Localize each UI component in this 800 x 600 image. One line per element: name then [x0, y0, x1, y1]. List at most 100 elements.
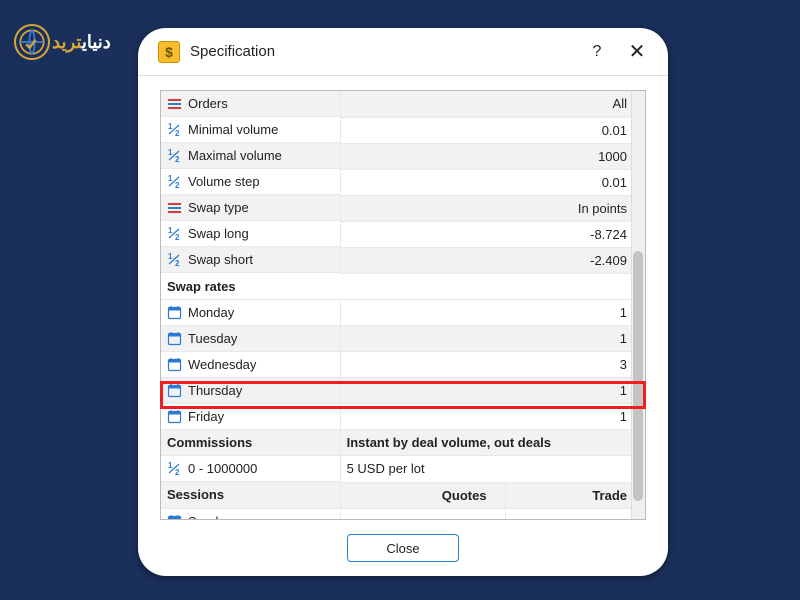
sessions-header: Sessions Quotes Trade [161, 482, 645, 508]
table-row: Monday 1 [161, 299, 645, 326]
svg-text:1: 1 [168, 226, 173, 235]
svg-text:2: 2 [175, 129, 180, 137]
half-icon: 12 [167, 174, 182, 189]
label-text: Tuesday [188, 331, 237, 346]
label-text: Maximal volume [188, 148, 282, 163]
scroll-thumb[interactable] [633, 251, 643, 501]
svg-text:2: 2 [175, 233, 180, 241]
row-value: All [340, 91, 645, 117]
dialog-body: Orders All 12 Minimal volume 0.01 12 Max… [138, 76, 668, 520]
help-button[interactable]: ? [586, 41, 608, 63]
svg-text:1: 1 [168, 174, 173, 183]
row-value: 3 [340, 352, 645, 378]
titlebar: $ Specification ? ✕ [138, 28, 668, 76]
row-label: Sunday [161, 509, 340, 521]
label-text: Sunday [188, 514, 232, 521]
table-row: 12 Swap long -8.724 [161, 221, 645, 247]
label-text: Monday [188, 305, 234, 320]
table-row: Swap type In points [161, 195, 645, 221]
label-text: Swap type [188, 200, 249, 215]
row-value: 1 [340, 378, 645, 404]
row-value: 0.01 [340, 169, 645, 195]
brand-logo: دنیایترید [14, 24, 111, 60]
row-label: Orders [161, 91, 340, 117]
table-row: 12 Volume step 0.01 [161, 169, 645, 195]
row-label: Friday [161, 404, 340, 430]
table-row: Sunday [161, 508, 645, 520]
label-text: Thursday [188, 383, 242, 398]
label-text: Minimal volume [188, 122, 278, 137]
svg-text:2: 2 [175, 259, 180, 267]
label-text: Wednesday [188, 357, 256, 372]
label-text: Swap short [188, 252, 253, 267]
table-row: Orders All [161, 91, 645, 117]
row-label: Thursday [161, 378, 340, 404]
half-icon: 12 [167, 148, 182, 163]
half-icon: 12 [167, 226, 182, 241]
label-text: Friday [188, 409, 224, 424]
dollar-icon: $ [158, 41, 180, 63]
row-label: 12 Volume step [161, 169, 340, 195]
col-trade: Trade [505, 482, 645, 508]
close-icon[interactable]: ✕ [626, 41, 648, 63]
dialog-title: Specification [190, 43, 568, 60]
calendar-icon [167, 383, 182, 398]
commissions-header: Commissions Instant by deal volume, out … [161, 430, 645, 456]
close-button[interactable]: Close [347, 534, 459, 562]
hlines-icon [167, 200, 182, 215]
row-label: 12 0 - 1000000 [161, 456, 340, 482]
specification-dialog: $ Specification ? ✕ Orders All 12 Minima… [138, 28, 668, 576]
svg-text:1: 1 [168, 148, 173, 157]
row-value: 1 [340, 299, 645, 326]
label-text: Orders [188, 96, 228, 111]
table-row: 12 0 - 1000000 5 USD per lot [161, 456, 645, 483]
row-label: Monday [161, 300, 340, 326]
table-row: Thursday 1 [161, 378, 645, 404]
globe-icon [14, 24, 50, 60]
svg-text:1: 1 [168, 461, 173, 470]
row-value: 5 USD per lot [340, 456, 645, 483]
row-value: 1 [340, 404, 645, 430]
calendar-icon [167, 305, 182, 320]
table-row: 12 Swap short -2.409 [161, 247, 645, 273]
calendar-icon [167, 357, 182, 372]
col-quotes: Quotes [340, 482, 505, 508]
calendar-icon [167, 409, 182, 424]
table-row: Tuesday 1 [161, 326, 645, 352]
brand-text: دنیایترید [52, 32, 111, 53]
row-label: 12 Swap long [161, 221, 340, 247]
row-label: 12 Maximal volume [161, 143, 340, 169]
svg-text:2: 2 [175, 155, 180, 163]
dialog-footer: Close [138, 520, 668, 576]
table-row: 12 Minimal volume 0.01 [161, 117, 645, 143]
row-value: 0.01 [340, 117, 645, 143]
row-label: Swap type [161, 195, 340, 221]
table-row: Wednesday 3 [161, 352, 645, 378]
svg-text:2: 2 [175, 468, 180, 476]
row-label: Wednesday [161, 352, 340, 378]
label-text: Swap long [188, 226, 249, 241]
row-value: In points [340, 195, 645, 221]
half-icon: 12 [167, 461, 182, 476]
swap-rates-header: Swap rates [161, 273, 645, 299]
svg-text:2: 2 [175, 181, 180, 189]
table-row: 12 Maximal volume 1000 [161, 143, 645, 169]
row-label: 12 Minimal volume [161, 117, 340, 143]
svg-text:1: 1 [168, 252, 173, 261]
scrollbar[interactable] [631, 91, 645, 519]
label-text: 0 - 1000000 [188, 461, 257, 476]
calendar-icon [167, 331, 182, 346]
table-row: Friday 1 [161, 404, 645, 430]
row-label: Tuesday [161, 326, 340, 352]
half-icon: 12 [167, 252, 182, 267]
half-icon: 12 [167, 122, 182, 137]
hlines-icon [167, 96, 182, 111]
spec-table: Orders All 12 Minimal volume 0.01 12 Max… [160, 90, 646, 520]
label-text: Volume step [188, 174, 260, 189]
calendar-icon [167, 514, 182, 521]
row-value: -8.724 [340, 221, 645, 247]
svg-text:1: 1 [168, 122, 173, 131]
row-value: -2.409 [340, 247, 645, 273]
row-value: 1 [340, 326, 645, 352]
row-value: 1000 [340, 143, 645, 169]
